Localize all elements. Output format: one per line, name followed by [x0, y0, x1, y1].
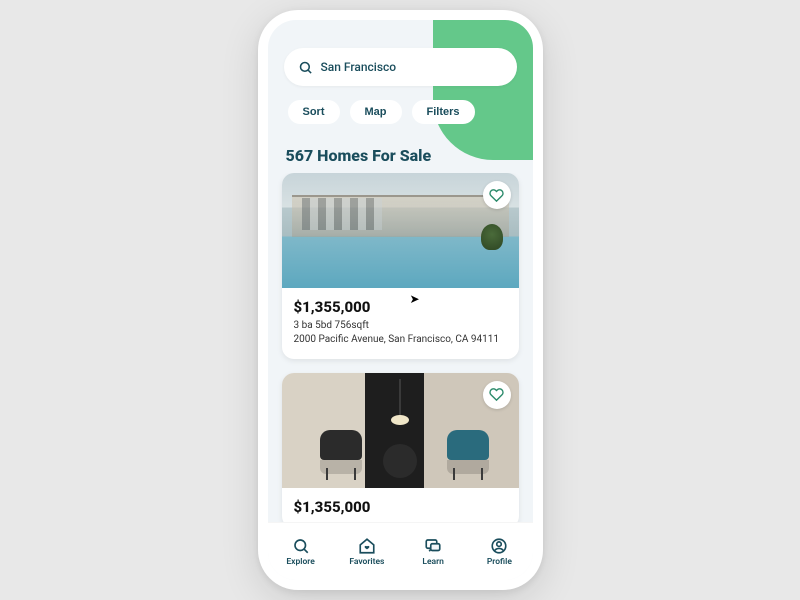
filters-button[interactable]: Filters [412, 100, 475, 124]
heart-icon [489, 188, 504, 203]
listing-price: $1,355,000 [294, 298, 507, 316]
listing-body: ➤ $1,355,000 3 ba 5bd 756sqft 2000 Pacif… [282, 288, 519, 359]
header: San Francisco Sort Map Filters [268, 20, 533, 132]
phone-frame: San Francisco Sort Map Filters 567 Homes… [258, 10, 543, 590]
listing-address: 2000 Pacific Avenue, San Francisco, CA 9… [294, 333, 507, 347]
search-icon [298, 60, 313, 75]
sort-button[interactable]: Sort [288, 100, 340, 124]
nav-label: Learn [422, 557, 444, 567]
search-input[interactable]: San Francisco [284, 48, 517, 86]
nav-explore[interactable]: Explore [268, 537, 334, 567]
search-icon [292, 537, 310, 555]
listing-specs: 3 ba 5bd 756sqft [294, 320, 507, 331]
listing-image [282, 373, 519, 488]
heart-icon [489, 387, 504, 402]
home-heart-icon [358, 537, 376, 555]
bottom-nav: Explore Favorites Learn Profile [268, 522, 533, 580]
favorite-button[interactable] [483, 181, 511, 209]
listing-card[interactable]: ➤ $1,355,000 3 ba 5bd 756sqft 2000 Pacif… [282, 173, 519, 359]
nav-label: Profile [487, 557, 512, 567]
listing-card[interactable]: $1,355,000 [282, 373, 519, 523]
listing-body: $1,355,000 [282, 488, 519, 523]
results-heading: 567 Homes For Sale [268, 132, 533, 173]
phone-screen: San Francisco Sort Map Filters 567 Homes… [268, 20, 533, 580]
map-button[interactable]: Map [350, 100, 402, 124]
listing-image [282, 173, 519, 288]
listings-scroll[interactable]: ➤ $1,355,000 3 ba 5bd 756sqft 2000 Pacif… [268, 173, 533, 522]
chat-icon [424, 537, 442, 555]
favorite-button[interactable] [483, 381, 511, 409]
nav-learn[interactable]: Learn [400, 537, 466, 567]
filter-chip-row: Sort Map Filters [284, 100, 517, 124]
nav-label: Explore [286, 557, 314, 567]
listing-price: $1,355,000 [294, 498, 507, 516]
nav-favorites[interactable]: Favorites [334, 537, 400, 567]
profile-icon [490, 537, 508, 555]
nav-label: Favorites [349, 557, 384, 567]
search-query-text: San Francisco [321, 60, 397, 74]
nav-profile[interactable]: Profile [466, 537, 532, 567]
